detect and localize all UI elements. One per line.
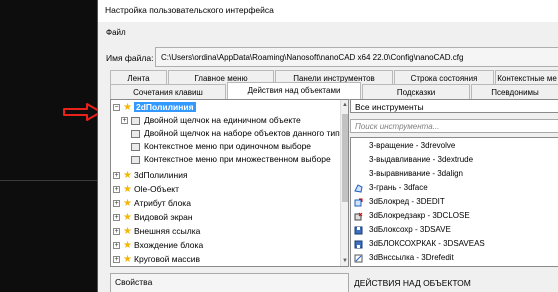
command-label: 3dБлокредзакр - 3DCLOSE bbox=[369, 211, 470, 220]
tree-child-label: Контекстное меню при одиночном выборе bbox=[144, 141, 312, 151]
command-label: 3dБЛОКСОХРКАК - 3DSAVEAS bbox=[369, 239, 485, 248]
tab-context-menus[interactable]: Контекстные ме bbox=[495, 70, 558, 85]
tree-item-label: Атрибут блока bbox=[134, 198, 191, 208]
scroll-up-icon[interactable]: ▲ bbox=[342, 102, 348, 108]
list-item[interactable]: 3-грань - 3dface bbox=[351, 182, 558, 196]
menu-file[interactable]: Файл bbox=[98, 24, 126, 38]
tab-ribbon[interactable]: Лента bbox=[110, 70, 167, 85]
tree-item-label: Видовой экран bbox=[134, 212, 193, 222]
expand-icon[interactable]: + bbox=[113, 172, 120, 179]
expand-icon[interactable]: + bbox=[113, 228, 120, 235]
dialog-title: Настройка пользовательского интерфейса bbox=[98, 0, 558, 22]
tree-item-label: Внешняя ссылка bbox=[134, 226, 201, 236]
command-label: 3-грань - 3dface bbox=[369, 183, 428, 192]
command-label: 3-вращение - 3drevolve bbox=[369, 141, 456, 150]
star-icon: ★ bbox=[123, 240, 132, 251]
command-label: 3dВнссылка - 3Drefedit bbox=[369, 253, 454, 262]
file-path-field[interactable]: C:\Users\ordina\AppData\Roaming\Nanosoft… bbox=[155, 47, 558, 67]
object-tree[interactable]: − ★ 2dПолилиния + Двойной щелчок на един… bbox=[110, 99, 349, 267]
tab-object-actions[interactable]: Действия над объектами bbox=[227, 82, 361, 99]
tree-item-label: Вхождение блока bbox=[134, 240, 204, 250]
tree-item-2dpolyline[interactable]: − ★ 2dПолилиния bbox=[113, 102, 333, 114]
expand-icon[interactable]: + bbox=[113, 200, 120, 207]
tree-item[interactable]: + ★ Внешняя ссылка bbox=[113, 226, 333, 238]
file-name-label: Имя файла: bbox=[106, 53, 154, 63]
tab-tooltips[interactable]: Подсказки bbox=[362, 84, 470, 99]
tool-category-select[interactable]: Все инструменты bbox=[350, 99, 558, 113]
tree-child-label: Контекстное меню при множественном выбор… bbox=[144, 154, 331, 164]
list-item[interactable]: 3dБлокредзакр - 3DCLOSE bbox=[351, 210, 558, 224]
expand-icon[interactable]: + bbox=[113, 214, 120, 221]
tree-item[interactable]: + ★ 3dПолилиния bbox=[113, 170, 333, 182]
command-label: 3-выравнивание - 3dalign bbox=[369, 169, 464, 178]
star-icon: ★ bbox=[123, 212, 132, 223]
background-line bbox=[0, 180, 100, 181]
star-icon: ★ bbox=[123, 198, 132, 209]
list-item[interactable]: 3-выдавливание - 3dextrude bbox=[351, 154, 558, 168]
tree-item[interactable]: + ★ Видовой экран bbox=[113, 212, 333, 224]
mouse-action-icon bbox=[131, 117, 140, 125]
tool-search-input[interactable]: Поиск инструмента... bbox=[350, 119, 558, 133]
tree-item-label: Круговой массив bbox=[134, 254, 201, 264]
tool-list[interactable]: 3-вращение - 3drevolve 3-выдавливание - … bbox=[350, 137, 558, 267]
collapse-icon[interactable]: − bbox=[113, 104, 120, 111]
list-item[interactable]: 3dВнссылка - 3Drefedit bbox=[351, 252, 558, 266]
list-item[interactable]: 3-вращение - 3drevolve bbox=[351, 140, 558, 154]
tab-aliases[interactable]: Псевдонимы bbox=[471, 84, 558, 99]
tree-item[interactable]: + ★ Вхождение блока bbox=[113, 240, 333, 252]
tree-child-double-click-single[interactable]: + Двойной щелчок на единичном объекте bbox=[121, 115, 341, 127]
context-menu-icon bbox=[131, 156, 140, 164]
tree-item[interactable]: + ★ Ole-Объект bbox=[113, 184, 333, 196]
3dface-icon bbox=[354, 184, 363, 193]
star-icon: ★ bbox=[123, 102, 132, 113]
expand-icon[interactable]: + bbox=[113, 256, 120, 263]
block-close-icon bbox=[354, 212, 363, 221]
tree-item[interactable]: + ★ Круговой массив bbox=[113, 254, 333, 266]
list-item[interactable]: 3dБлоксохр - 3DSAVE bbox=[351, 224, 558, 238]
star-icon: ★ bbox=[123, 254, 132, 265]
expand-icon[interactable]: + bbox=[113, 242, 120, 249]
command-label: 3dБлоксохр - 3DSAVE bbox=[369, 225, 451, 234]
context-menu-icon bbox=[131, 143, 140, 151]
expand-icon[interactable]: + bbox=[121, 117, 128, 124]
tree-child-label: Двойной щелчок на единичном объекте bbox=[144, 115, 301, 125]
block-edit-icon bbox=[354, 198, 363, 207]
mouse-action-icon bbox=[131, 130, 140, 138]
star-icon: ★ bbox=[123, 184, 132, 195]
scroll-thumb[interactable] bbox=[342, 114, 348, 202]
customize-ui-dialog: Настройка пользовательского интерфейса Ф… bbox=[97, 0, 558, 292]
tree-child-label: Двойной щелчок на наборе объектов данног… bbox=[144, 128, 345, 138]
tree-item[interactable]: + ★ Атрибут блока bbox=[113, 198, 333, 210]
block-save-as-icon bbox=[354, 240, 363, 249]
action-section-label: ДЕЙСТВИЯ НАД ОБЪЕКТОМ bbox=[354, 278, 471, 288]
tree-child-context-multiple[interactable]: Контекстное меню при множественном выбор… bbox=[121, 154, 341, 166]
tree-scrollbar[interactable]: ▲ ▼ bbox=[340, 100, 348, 266]
star-icon: ★ bbox=[123, 170, 132, 181]
list-item[interactable]: 3dБлокред - 3DEDIT bbox=[351, 196, 558, 210]
block-save-icon bbox=[354, 226, 363, 235]
tree-child-double-click-set[interactable]: Двойной щелчок на наборе объектов данног… bbox=[121, 128, 345, 140]
tree-item-label: 3dПолилиния bbox=[134, 170, 188, 180]
xref-edit-icon bbox=[354, 254, 363, 263]
tab-status-bar[interactable]: Строка состояния bbox=[394, 70, 494, 85]
expand-icon[interactable]: + bbox=[113, 186, 120, 193]
list-item[interactable]: 3dБЛОКСОХРКАК - 3DSAVEAS bbox=[351, 238, 558, 252]
command-label: 3-выдавливание - 3dextrude bbox=[369, 155, 474, 164]
properties-header: Свойства bbox=[110, 273, 349, 292]
tree-child-context-single[interactable]: Контекстное меню при одиночном выборе bbox=[121, 141, 341, 153]
command-label: 3dБлокред - 3DEDIT bbox=[369, 197, 445, 206]
list-item[interactable]: 3-выравнивание - 3dalign bbox=[351, 168, 558, 182]
tree-item-label: Ole-Объект bbox=[134, 184, 180, 194]
tree-item-label: 2dПолилиния bbox=[134, 102, 196, 112]
scroll-down-icon[interactable]: ▼ bbox=[342, 258, 348, 264]
tab-shortcuts[interactable]: Сочетания клавиш bbox=[110, 84, 226, 99]
star-icon: ★ bbox=[123, 226, 132, 237]
